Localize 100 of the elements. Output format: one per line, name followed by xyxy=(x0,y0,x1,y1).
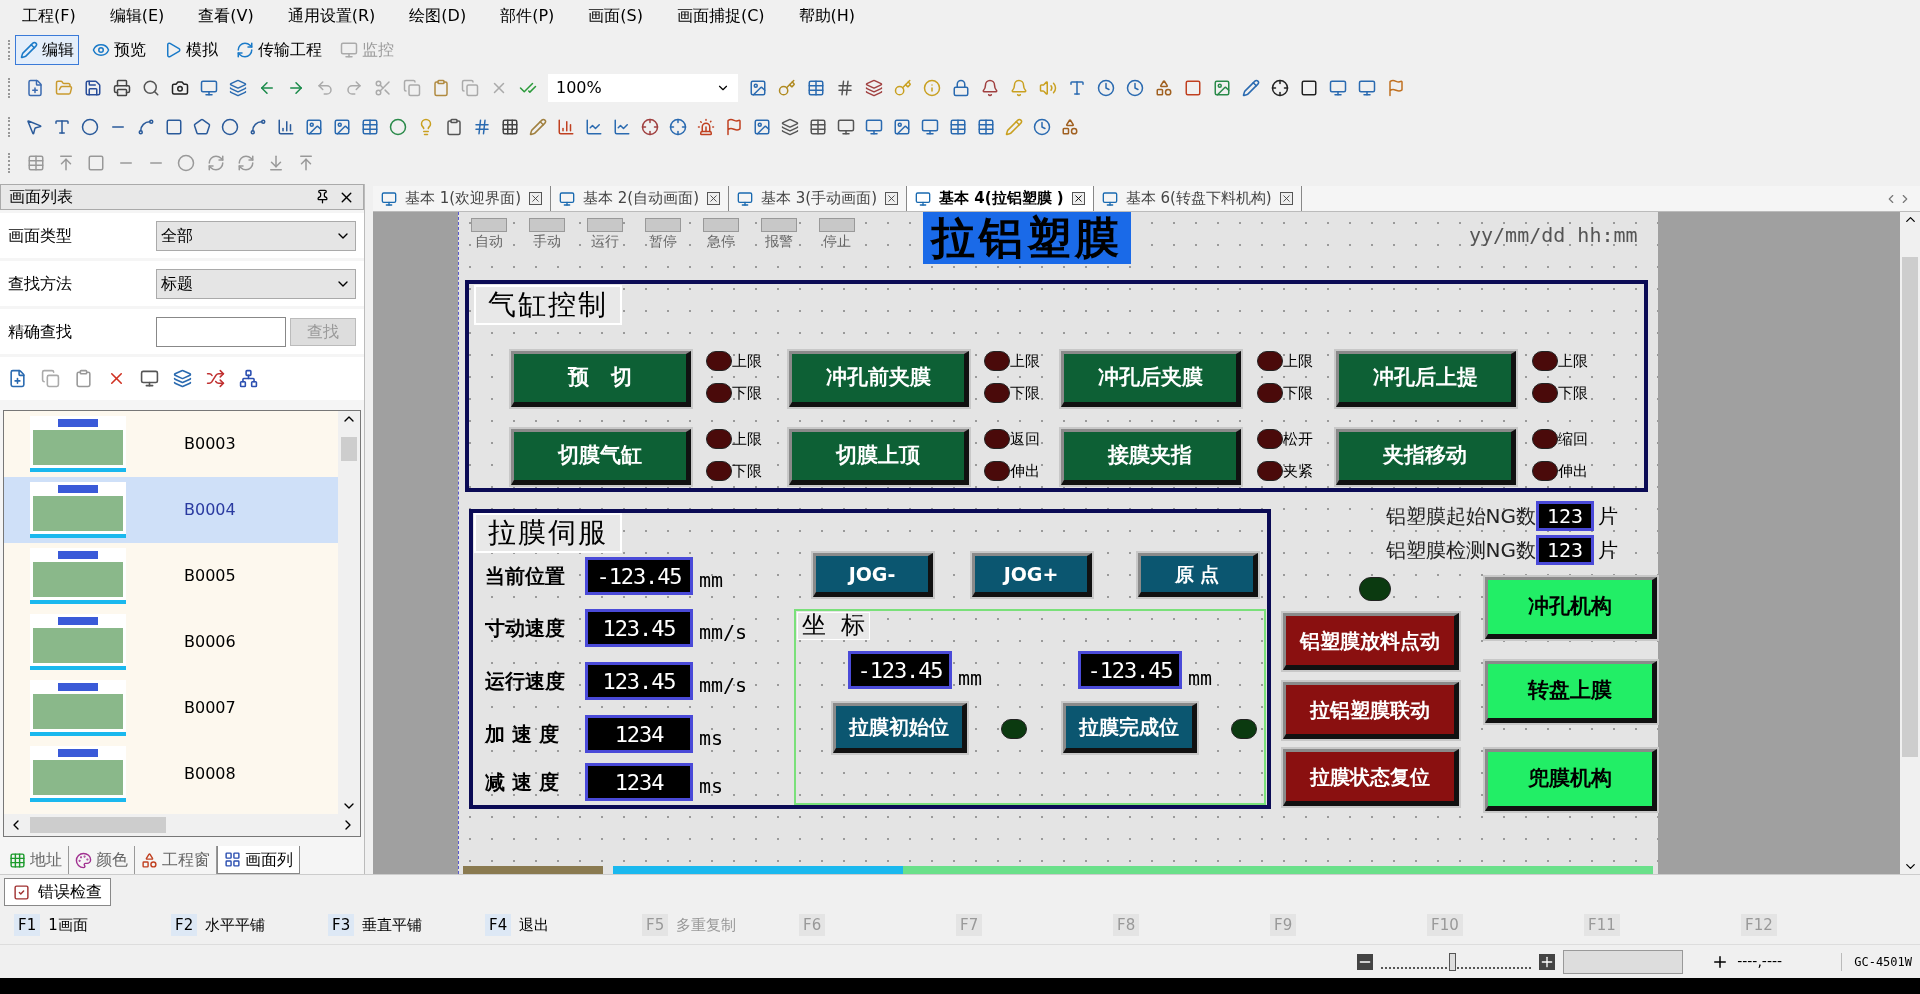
rectangle-icon[interactable] xyxy=(165,118,183,136)
cylinder-button[interactable]: 预 切 xyxy=(511,351,691,407)
screen-list-item[interactable]: B0007 xyxy=(4,675,338,742)
close-icon[interactable] xyxy=(1071,192,1085,205)
mode-button[interactable]: 传输工程 xyxy=(231,35,327,65)
panel-tab[interactable]: 颜色 xyxy=(69,846,135,874)
clipboard-icon[interactable] xyxy=(445,118,463,136)
layers-icon[interactable] xyxy=(173,369,192,389)
function-key[interactable]: F4 退出 xyxy=(485,913,642,937)
layers-icon[interactable] xyxy=(865,79,883,97)
siren-icon[interactable] xyxy=(697,118,715,136)
mode-button[interactable]: 编辑 xyxy=(15,35,79,65)
screen-list-item[interactable]: B0004 xyxy=(4,477,338,544)
save-icon[interactable] xyxy=(84,79,102,97)
layers-icon[interactable] xyxy=(229,79,247,97)
clock-icon[interactable] xyxy=(1097,79,1115,97)
monitor-icon[interactable] xyxy=(1358,79,1376,97)
table-icon[interactable] xyxy=(949,118,967,136)
square-icon[interactable] xyxy=(1300,79,1318,97)
error-check-tab[interactable]: 错误检查 xyxy=(4,878,111,906)
screen-list-item[interactable]: B0005 xyxy=(4,543,338,610)
polygon-icon[interactable] xyxy=(193,118,211,136)
pencil-icon[interactable] xyxy=(529,118,547,136)
jog-button[interactable]: JOG+ xyxy=(972,553,1092,597)
new-file-icon[interactable] xyxy=(8,369,27,389)
screen-tab[interactable]: 基本 1(欢迎界面) xyxy=(373,186,551,211)
image-icon[interactable] xyxy=(1213,79,1231,97)
arrow-right-icon[interactable] xyxy=(287,79,305,97)
clock-icon[interactable] xyxy=(1126,79,1144,97)
select-field[interactable]: 全部 xyxy=(156,220,356,251)
arrow-up-icon[interactable] xyxy=(57,154,75,172)
table-icon[interactable] xyxy=(809,118,827,136)
screen-tab[interactable]: 基本 6(转盘下料机构) xyxy=(1093,186,1302,211)
zoom-out-icon[interactable] xyxy=(1357,953,1374,970)
position-button[interactable]: 拉膜完成位 xyxy=(1063,703,1197,753)
screen-tab[interactable]: 基本 4(拉铝塑膜 ) xyxy=(907,186,1094,211)
monitor-icon[interactable] xyxy=(1329,79,1347,97)
mechanism-button[interactable]: 冲孔机构 xyxy=(1485,577,1657,639)
zoom-slider[interactable] xyxy=(1381,954,1532,969)
pointer-icon[interactable] xyxy=(25,118,43,136)
action-button[interactable]: 铝塑膜放料点动 xyxy=(1283,613,1459,670)
slider-thumb[interactable] xyxy=(1448,952,1456,971)
image-icon[interactable] xyxy=(305,118,323,136)
menu-item[interactable]: 绘图(D) xyxy=(409,4,467,28)
mechanism-button[interactable]: 转盘上膜 xyxy=(1485,661,1657,723)
jog-button[interactable]: 原 点 xyxy=(1138,553,1258,597)
arrow-up-icon[interactable] xyxy=(297,154,315,172)
mode-button[interactable]: 模拟 xyxy=(159,35,223,65)
menu-item[interactable]: 部件(P) xyxy=(500,4,555,28)
scrollbar-thumb[interactable] xyxy=(1902,257,1918,757)
table-icon[interactable] xyxy=(361,118,379,136)
crosshair-icon[interactable] xyxy=(1271,79,1289,97)
select-field[interactable]: 标题 xyxy=(156,268,356,299)
position-button[interactable]: 拉膜初始位 xyxy=(833,703,967,753)
scrollbar-thumb[interactable] xyxy=(30,816,166,833)
menu-item[interactable]: 帮助(H) xyxy=(798,4,856,28)
monitor-icon[interactable] xyxy=(865,118,883,136)
coil-icon[interactable] xyxy=(177,154,195,172)
shapes-icon[interactable] xyxy=(1155,79,1173,97)
text-icon[interactable] xyxy=(1068,79,1086,97)
cylinder-button[interactable]: 冲孔后上提 xyxy=(1336,351,1516,407)
network-icon[interactable] xyxy=(239,369,258,389)
button-shape-icon[interactable] xyxy=(389,118,407,136)
bar-chart-icon[interactable] xyxy=(557,118,575,136)
mode-button[interactable]: 预览 xyxy=(87,35,151,65)
zoom-in-icon[interactable] xyxy=(1539,953,1556,970)
jog-button[interactable]: JOG- xyxy=(813,553,933,597)
text-icon[interactable] xyxy=(53,118,71,136)
polyline-icon[interactable] xyxy=(137,118,155,136)
arrow-down-icon[interactable] xyxy=(267,154,285,172)
scrollbar-thumb[interactable] xyxy=(341,437,357,462)
scale-icon[interactable] xyxy=(277,118,295,136)
grid-icon[interactable] xyxy=(836,79,854,97)
close-icon[interactable] xyxy=(885,192,899,205)
layers-icon[interactable] xyxy=(781,118,799,136)
new-file-icon[interactable] xyxy=(26,79,44,97)
horizontal-scrollbar[interactable] xyxy=(4,813,360,836)
bell-icon[interactable] xyxy=(981,79,999,97)
clock-icon[interactable] xyxy=(1033,118,1051,136)
image-icon[interactable] xyxy=(753,118,771,136)
number-icon[interactable] xyxy=(473,118,491,136)
menu-item[interactable]: 工程(F) xyxy=(22,4,76,28)
clipboard-icon[interactable] xyxy=(74,369,93,389)
cylinder-button[interactable]: 切膜上顶 xyxy=(789,429,969,485)
image-icon[interactable] xyxy=(749,79,767,97)
screen-tab[interactable]: 基本 3(手动画面) xyxy=(729,186,908,211)
key-icon[interactable] xyxy=(778,79,796,97)
table-icon[interactable] xyxy=(977,118,995,136)
menu-item[interactable]: 画面(S) xyxy=(588,4,643,28)
lock-icon[interactable] xyxy=(952,79,970,97)
zoom-dropdown[interactable]: 100% xyxy=(548,74,738,102)
printer-icon[interactable] xyxy=(113,79,131,97)
screen-list-item[interactable]: B0003 xyxy=(4,411,338,478)
menu-item[interactable]: 编辑(E) xyxy=(109,4,165,28)
function-key[interactable]: F2 水平平铺 xyxy=(171,913,328,937)
dot-icon[interactable] xyxy=(81,118,99,136)
menu-item[interactable]: 查看(V) xyxy=(198,4,254,28)
close-icon[interactable] xyxy=(529,192,542,205)
image-icon[interactable] xyxy=(893,118,911,136)
panel-tab[interactable]: 画面列 xyxy=(217,846,300,874)
